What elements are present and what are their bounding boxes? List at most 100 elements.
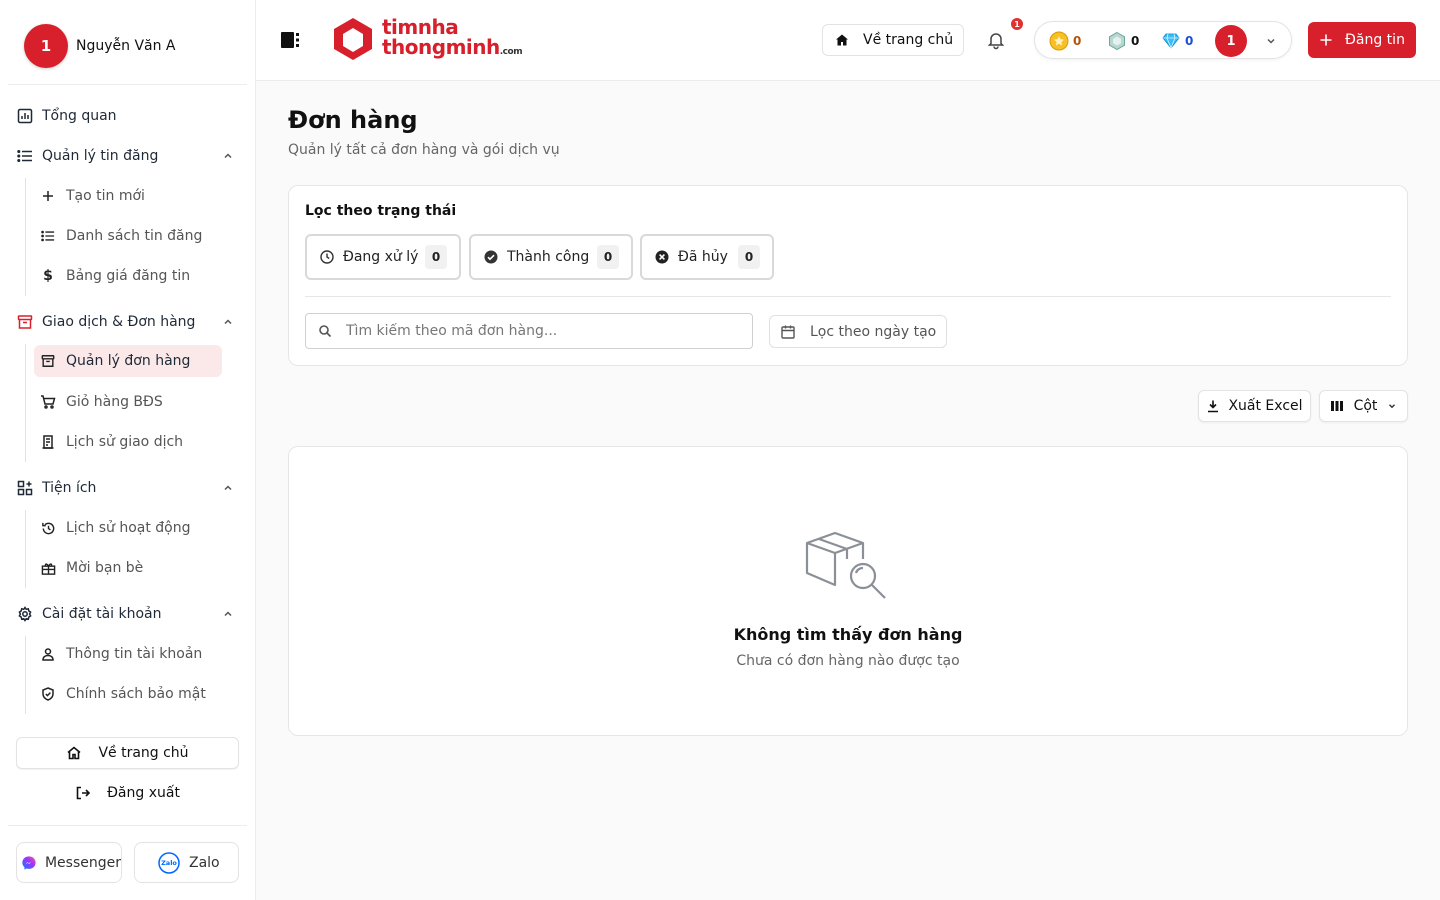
sidebar-item-pricing[interactable]: $ Bảng giá đăng tin <box>34 260 222 292</box>
diamond-balance: 0 <box>1161 31 1193 51</box>
sidebar-home-label: Về trang chủ <box>98 745 189 761</box>
gold-coin-icon <box>1049 31 1069 51</box>
status-filter-cancelled[interactable]: Đã hủy 0 <box>640 234 774 280</box>
gold-coin-balance: 0 <box>1049 31 1081 51</box>
sidebar: 1 Nguyễn Văn A Tổng quan Quản lý tin đăn… <box>0 0 256 900</box>
tree-line <box>25 344 26 462</box>
logo-line1: timnha <box>382 14 459 39</box>
status-filter-success[interactable]: Thành công 0 <box>469 234 633 280</box>
menu-icon[interactable] <box>280 30 300 50</box>
sidebar-group-listings[interactable]: Quản lý tin đăng <box>16 138 240 174</box>
orders-empty-state: Không tìm thấy đơn hàng Chưa có đơn hàng… <box>288 446 1408 736</box>
list-icon <box>16 147 34 165</box>
sidebar-group-label: Tiện ích <box>42 480 97 496</box>
sidebar-group-settings[interactable]: Cài đặt tài khoản <box>16 596 240 632</box>
sidebar-item-create-listing[interactable]: Tạo tin mới <box>34 180 222 212</box>
wallet-dropdown[interactable]: 0 0 0 1 <box>1034 21 1292 59</box>
sidebar-group-label: Cài đặt tài khoản <box>42 606 162 622</box>
sidebar-group-label: Giao dịch & Đơn hàng <box>42 314 196 330</box>
plus-icon <box>40 188 56 204</box>
sidebar-item-label: Lịch sử hoạt động <box>66 520 191 536</box>
cart-icon <box>40 394 56 410</box>
sidebar-item-order-management[interactable]: Quản lý đơn hàng <box>34 345 222 377</box>
messenger-button[interactable]: Messenger <box>16 842 122 883</box>
sidebar-item-label: Thông tin tài khoản <box>66 646 203 662</box>
order-search[interactable] <box>305 313 753 349</box>
date-filter-label: Lọc theo ngày tạo <box>810 323 937 340</box>
gift-icon <box>40 560 56 576</box>
user-icon <box>40 646 56 662</box>
user-profile[interactable]: 1 Nguyễn Văn A <box>24 24 176 68</box>
user-name: Nguyễn Văn A <box>76 38 176 54</box>
page-title: Đơn hàng <box>288 106 418 134</box>
chevron-up-icon <box>224 485 232 491</box>
header-home-label: Về trang chủ <box>863 32 954 48</box>
status-filter-count: 0 <box>597 245 619 269</box>
search-input[interactable] <box>346 323 726 339</box>
date-filter-button[interactable]: Lọc theo ngày tạo <box>769 315 948 348</box>
avatar: 1 <box>24 24 68 68</box>
sidebar-item-label: Tạo tin mới <box>66 188 145 204</box>
x-circle-icon <box>655 250 669 264</box>
export-excel-label: Xuất Excel <box>1228 398 1303 414</box>
export-excel-button[interactable]: Xuất Excel <box>1198 390 1311 422</box>
diamond-icon <box>1162 33 1180 50</box>
status-filter-count: 0 <box>425 245 447 269</box>
zalo-icon: Zalo <box>158 851 180 874</box>
chevron-down-icon <box>1389 404 1396 409</box>
chevron-up-icon <box>224 611 232 617</box>
site-logo[interactable]: timnha thongminh.com <box>330 14 523 62</box>
logo-mark-icon <box>334 18 372 60</box>
dollar-icon: $ <box>43 268 53 284</box>
logout-icon <box>76 786 91 800</box>
sidebar-item-label: Quản lý đơn hàng <box>66 353 191 369</box>
logout-button[interactable]: Đăng xuất <box>16 777 239 809</box>
post-listing-label: Đăng tin <box>1345 32 1405 48</box>
status-filter-label: Đã hủy <box>678 249 728 265</box>
zalo-button[interactable]: Zalo Zalo <box>134 842 239 883</box>
status-filter-label: Đang xử lý <box>343 249 419 265</box>
plus-icon <box>1320 34 1332 46</box>
sidebar-group-utilities[interactable]: Tiện ích <box>16 470 240 506</box>
sidebar-item-privacy-policy[interactable]: Chính sách bảo mật <box>34 678 222 710</box>
chevron-down-icon <box>1267 38 1275 44</box>
shield-icon <box>40 686 56 702</box>
sidebar-item-cart[interactable]: Giỏ hàng BĐS <box>34 386 222 418</box>
sidebar-item-account-info[interactable]: Thông tin tài khoản <box>34 638 222 670</box>
columns-icon <box>1330 401 1343 411</box>
zalo-label: Zalo <box>189 854 220 871</box>
check-circle-icon <box>484 250 498 264</box>
status-filter-processing[interactable]: Đang xử lý 0 <box>305 234 461 280</box>
gold-balance-value: 0 <box>1073 34 1082 48</box>
notification-badge: 1 <box>1010 17 1024 31</box>
logo-line2: thongminh.com <box>382 37 523 62</box>
tree-line <box>25 510 26 588</box>
chevron-up-icon <box>224 319 232 325</box>
bell-icon[interactable] <box>986 30 1006 50</box>
silver-coin-balance: 0 <box>1107 31 1139 51</box>
avatar: 1 <box>1215 25 1247 57</box>
sidebar-home-button[interactable]: Về trang chủ <box>16 737 239 769</box>
sidebar-group-label: Quản lý tin đăng <box>42 148 159 164</box>
sidebar-item-invite-friends[interactable]: Mời bạn bè <box>34 552 222 584</box>
silver-coin-icon <box>1109 31 1125 51</box>
sidebar-item-transaction-history[interactable]: Lịch sử giao dịch <box>34 426 222 458</box>
sidebar-item-activity-history[interactable]: Lịch sử hoạt động <box>34 512 222 544</box>
header-home-button[interactable]: Về trang chủ <box>822 24 965 56</box>
sidebar-item-listing-list[interactable]: Danh sách tin đăng <box>34 220 222 252</box>
filter-card: Lọc theo trạng thái Đang xử lý 0 Thành c… <box>288 185 1408 366</box>
gear-icon <box>16 605 34 623</box>
sidebar-item-overview[interactable]: Tổng quan <box>16 98 240 134</box>
columns-label: Cột <box>1353 398 1378 414</box>
columns-button[interactable]: Cột <box>1319 390 1408 422</box>
messenger-icon <box>22 855 36 870</box>
sidebar-item-label: Chính sách bảo mật <box>66 686 206 702</box>
history-icon <box>40 520 56 536</box>
logo-suffix: .com <box>499 46 523 57</box>
clock-icon <box>320 250 334 264</box>
top-header: timnha thongminh.com Về trang chủ 1 0 0 … <box>256 0 1440 81</box>
sidebar-item-label: Mời bạn bè <box>66 560 144 576</box>
status-filter-label: Thành công <box>507 249 590 265</box>
post-listing-button[interactable]: Đăng tin <box>1308 22 1416 58</box>
sidebar-group-orders[interactable]: Giao dịch & Đơn hàng <box>16 304 240 340</box>
